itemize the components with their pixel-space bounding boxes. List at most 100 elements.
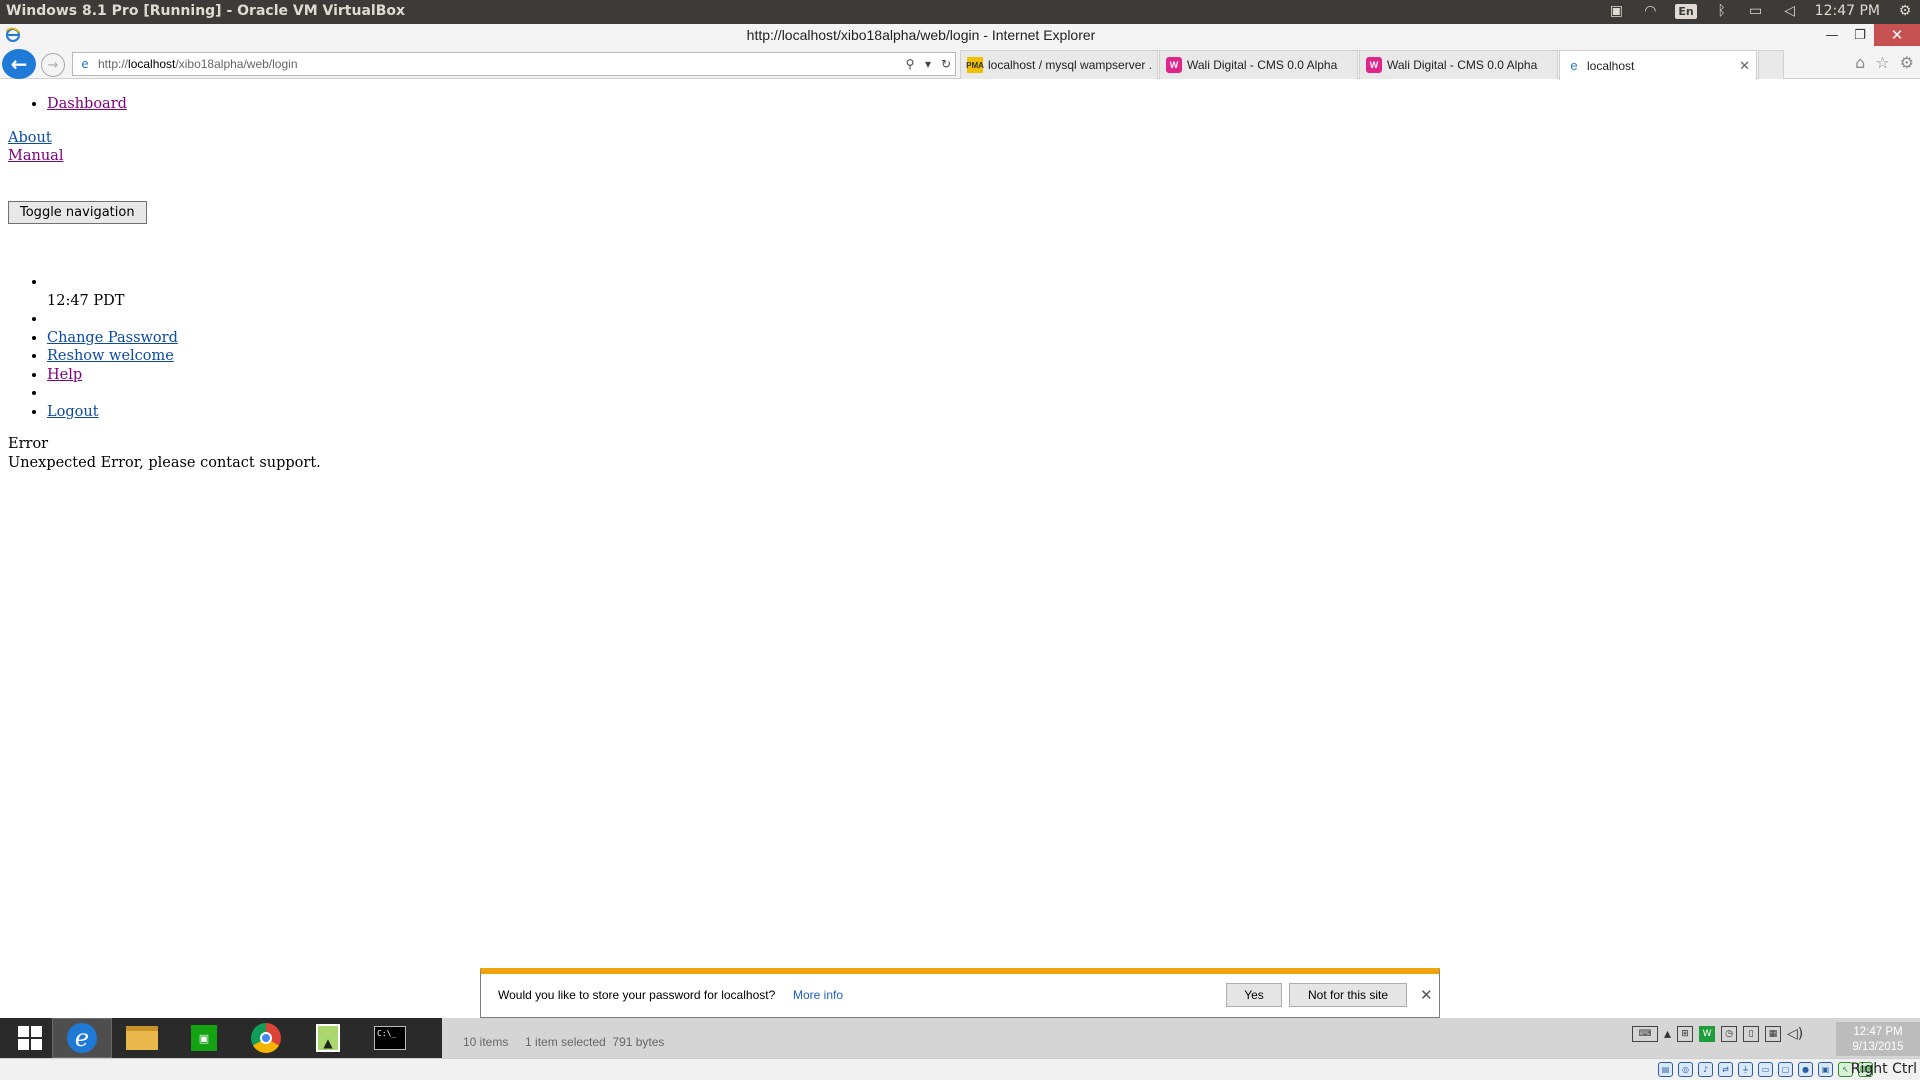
- home-icon[interactable]: ⌂: [1855, 53, 1865, 72]
- page-icon: e: [81, 57, 89, 71]
- keyboard-layout-badge[interactable]: En: [1675, 3, 1697, 19]
- taskbar-file-explorer[interactable]: [112, 1018, 172, 1058]
- notification-message: Would you like to store your password fo…: [498, 988, 776, 1002]
- tab-wali-2[interactable]: W Wali Digital - CMS 0.0 Alpha: [1359, 50, 1558, 79]
- tools-gear-icon[interactable]: ⚙: [1900, 53, 1914, 72]
- clock-tool-icon[interactable]: ◷: [1721, 1026, 1738, 1042]
- tab-wali-1[interactable]: W Wali Digital - CMS 0.0 Alpha: [1159, 50, 1358, 79]
- restore-button[interactable]: ❐: [1846, 24, 1874, 46]
- shared-folders-icon[interactable]: ▭: [1758, 1062, 1773, 1077]
- host-window-title: Windows 8.1 Pro [Running] - Oracle VM Vi…: [6, 3, 406, 19]
- ie-icon: e: [1570, 58, 1578, 73]
- tab-close-icon[interactable]: ✕: [1739, 58, 1750, 74]
- more-info-link[interactable]: More info: [793, 988, 843, 1002]
- notification-close-icon[interactable]: ✕: [1420, 986, 1433, 1004]
- taskbar-cmd[interactable]: C:\_: [360, 1018, 420, 1058]
- network-icon[interactable]: ▦: [1765, 1026, 1782, 1042]
- bluetooth-icon[interactable]: ᛒ: [1713, 2, 1731, 20]
- manual-link[interactable]: Manual: [8, 148, 63, 164]
- top-nav-list: Dashboard: [47, 95, 127, 114]
- windows-taskbar: e ▣ ▲ C:\_ 10 items 1 item selected 791 …: [0, 1018, 1920, 1058]
- taskbar-apps: e ▣ ▲ C:\_: [0, 1018, 442, 1058]
- host-key-label: Right Ctrl: [1850, 1061, 1917, 1077]
- change-password-link[interactable]: Change Password: [47, 330, 178, 346]
- arrow-left-icon: ←: [10, 52, 28, 76]
- ie-icon: e: [67, 1023, 97, 1053]
- address-bar[interactable]: e http://localhost/xibo18alpha/web/login…: [72, 52, 956, 76]
- network-adapter-icon[interactable]: ⇄: [1718, 1062, 1733, 1077]
- url-path: /xibo18alpha/web/login: [175, 57, 298, 71]
- tab-localhost[interactable]: e localhost ✕: [1559, 50, 1757, 80]
- battery-icon[interactable]: ▭: [1747, 2, 1765, 20]
- list-item: Reshow welcome: [47, 347, 178, 366]
- window-controls: — ❐ ✕: [1818, 24, 1920, 46]
- hard-disk-icon[interactable]: ▤: [1658, 1062, 1673, 1077]
- start-button[interactable]: [0, 1018, 60, 1058]
- list-item: Change Password: [47, 329, 178, 348]
- dropdown-icon[interactable]: ▾: [919, 57, 937, 71]
- optical-drive-icon[interactable]: ◎: [1678, 1062, 1693, 1077]
- audio-icon[interactable]: ♪: [1698, 1062, 1713, 1077]
- yes-button[interactable]: Yes: [1226, 983, 1282, 1007]
- address-url[interactable]: http://localhost/xibo18alpha/web/login: [94, 57, 901, 71]
- taskbar-ie[interactable]: e: [52, 1018, 112, 1058]
- gear-icon[interactable]: ⚙: [1896, 2, 1914, 20]
- volume-mute-icon[interactable]: ◁: [1781, 2, 1799, 20]
- close-button[interactable]: ✕: [1874, 24, 1920, 46]
- tab-phpmyadmin[interactable]: PMA localhost / mysql wampserver ...: [960, 50, 1158, 79]
- virtualbox-status-bar: ▤ ◎ ♪ ⇄ ⏚ ▭ ▢ ● ▣ ↖ ⌨ Right Ctrl: [0, 1058, 1920, 1080]
- password-notification-bar: Would you like to store your password fo…: [480, 968, 1440, 1018]
- host-clock[interactable]: 12:47 PM: [1815, 3, 1880, 19]
- notepad-icon: ▲: [316, 1024, 340, 1052]
- taskbar-clock[interactable]: 12:47 PM 9/13/2015: [1836, 1022, 1920, 1056]
- refresh-icon[interactable]: ↻: [937, 57, 955, 71]
- new-tab-button[interactable]: [1758, 50, 1784, 79]
- tab-strip: PMA localhost / mysql wampserver ... W W…: [960, 50, 1784, 80]
- device-icon[interactable]: ▯: [1743, 1026, 1760, 1042]
- touch-keyboard-icon[interactable]: ⌨: [1632, 1026, 1658, 1042]
- show-hidden-icons-chevron-icon[interactable]: ▴: [1664, 1026, 1671, 1042]
- display-icon[interactable]: ▢: [1778, 1062, 1793, 1077]
- wifi-icon[interactable]: ◠: [1641, 2, 1659, 20]
- help-link[interactable]: Help: [47, 367, 82, 383]
- network-manager-icon[interactable]: ▣: [1607, 2, 1625, 20]
- taskbar-notepad[interactable]: ▲: [298, 1018, 358, 1058]
- taskbar-date: 9/13/2015: [1852, 1041, 1904, 1053]
- vm-device-icons: ▤ ◎ ♪ ⇄ ⏚ ▭ ▢ ● ▣ ↖ ⌨: [1658, 1062, 1873, 1077]
- logout-link[interactable]: Logout: [47, 404, 99, 420]
- manual-link-row: Manual: [8, 148, 63, 164]
- wamp-server-icon[interactable]: W: [1699, 1026, 1716, 1042]
- not-for-this-site-button[interactable]: Not for this site: [1289, 983, 1407, 1007]
- favorites-star-icon[interactable]: ☆: [1875, 53, 1889, 72]
- video-capture-icon[interactable]: ●: [1798, 1062, 1813, 1077]
- tab-label: Wali Digital - CMS 0.0 Alpha: [1187, 58, 1338, 72]
- taskbar-chrome[interactable]: [236, 1018, 296, 1058]
- tab-label: Wali Digital - CMS 0.0 Alpha: [1387, 58, 1538, 72]
- taskbar-store[interactable]: ▣: [174, 1018, 234, 1058]
- reshow-welcome-link[interactable]: Reshow welcome: [47, 348, 174, 364]
- list-item: [47, 384, 178, 403]
- ie-title-bar: http://localhost/xibo18alpha/web/login -…: [0, 24, 1920, 48]
- url-host: localhost: [128, 57, 176, 71]
- minimize-button[interactable]: —: [1818, 24, 1846, 46]
- list-item: Logout: [47, 403, 178, 422]
- ie-navigation-bar: ← → e http://localhost/xibo18alpha/web/l…: [0, 48, 1920, 80]
- host-title-bar: Windows 8.1 Pro [Running] - Oracle VM Vi…: [0, 0, 1920, 24]
- window-grid-icon[interactable]: ⊞: [1677, 1026, 1694, 1042]
- pma-icon: PMA: [966, 57, 984, 73]
- cpu-icon[interactable]: ▣: [1818, 1062, 1833, 1077]
- error-title: Error: [8, 436, 49, 452]
- back-button[interactable]: ←: [2, 49, 36, 79]
- browser-tools: ⌂ ☆ ⚙: [1855, 53, 1914, 72]
- page-content: Dashboard About Manual Toggle navigation…: [0, 80, 1920, 970]
- about-link[interactable]: About: [8, 130, 52, 146]
- search-icon[interactable]: ⚲: [901, 57, 919, 71]
- server-clock: 12:47 PDT: [47, 292, 125, 309]
- list-item: Dashboard: [47, 95, 127, 114]
- usb-icon[interactable]: ⏚: [1738, 1062, 1753, 1077]
- volume-icon[interactable]: ◁): [1787, 1026, 1803, 1042]
- forward-button[interactable]: →: [41, 53, 65, 77]
- toggle-navigation-button[interactable]: Toggle navigation: [8, 201, 147, 224]
- windows-logo-icon: [18, 1026, 42, 1050]
- dashboard-link[interactable]: Dashboard: [47, 96, 127, 112]
